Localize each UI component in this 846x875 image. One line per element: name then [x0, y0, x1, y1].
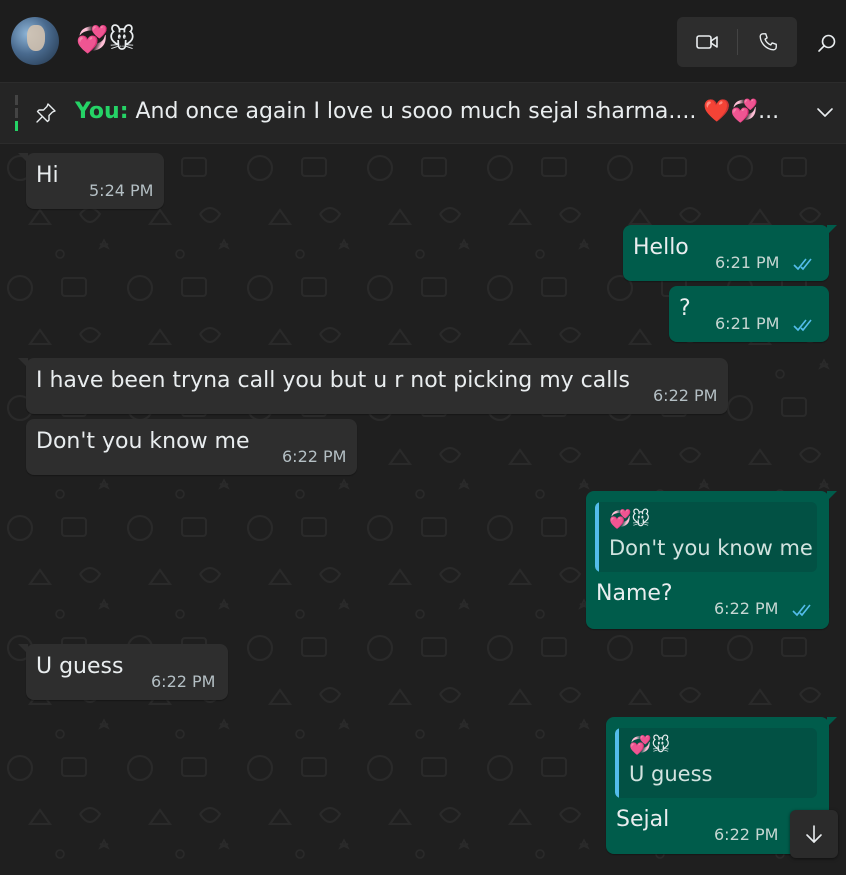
- video-call-icon: [696, 35, 718, 49]
- phone-icon: [759, 33, 777, 51]
- message-text: ?: [679, 296, 691, 321]
- quoted-text: Don't you know me: [609, 536, 813, 560]
- pinned-message-bar[interactable]: You: And once again I love u sooo much s…: [0, 83, 846, 144]
- message-text: Hi: [36, 163, 59, 188]
- message-incoming[interactable]: I have been tryna call you but u r not p…: [18, 358, 728, 414]
- message-time: 5:24 PM: [89, 181, 154, 200]
- quoted-sender: 💞🐭: [629, 735, 671, 756]
- quoted-message[interactable]: 💞🐭 Don't you know me: [595, 502, 817, 572]
- contact-avatar[interactable]: [11, 17, 59, 65]
- call-buttons: [677, 17, 797, 67]
- arrow-down-icon: [806, 825, 822, 843]
- message-time: 6:22 PM: [714, 599, 779, 618]
- message-incoming[interactable]: Don't you know me 6:22 PM: [26, 419, 357, 475]
- message-text: U guess: [36, 654, 124, 679]
- pinned-message-preview: You: And once again I love u sooo much s…: [75, 97, 795, 127]
- quoted-sender: 💞🐭: [609, 509, 651, 530]
- quoted-text: U guess: [629, 762, 713, 786]
- message-time: 6:21 PM: [715, 253, 780, 272]
- message-time: 6:22 PM: [714, 825, 779, 844]
- chat-header: 💞🐭: [0, 0, 846, 83]
- pinned-indicator: [15, 95, 18, 131]
- message-outgoing-reply[interactable]: 💞🐭 Don't you know me Name? 6:22 PM: [586, 491, 837, 629]
- message-text: Sejal: [616, 807, 670, 832]
- pin-icon: [36, 103, 56, 123]
- scroll-to-bottom-button[interactable]: [790, 810, 838, 858]
- message-time: 6:22 PM: [653, 386, 718, 405]
- message-text: Name?: [596, 581, 673, 606]
- message-text: I have been tryna call you but u r not p…: [36, 368, 630, 393]
- read-receipt-icon: [793, 319, 812, 332]
- message-time: 6:22 PM: [151, 672, 216, 691]
- quoted-message[interactable]: 💞🐭 U guess: [615, 728, 817, 798]
- message-text: Hello: [633, 235, 689, 260]
- video-call-button[interactable]: [677, 17, 737, 67]
- message-time: 6:22 PM: [282, 447, 347, 466]
- read-receipt-icon: [793, 258, 812, 271]
- message-incoming[interactable]: U guess 6:22 PM: [18, 644, 228, 700]
- message-outgoing[interactable]: Hello 6:21 PM: [623, 225, 837, 281]
- quote-accent-bar: [595, 502, 599, 572]
- message-incoming[interactable]: Hi 5:24 PM: [18, 153, 164, 209]
- message-time: 6:21 PM: [715, 314, 780, 333]
- message-outgoing[interactable]: ? 6:21 PM: [669, 286, 829, 342]
- read-receipt-icon: [792, 604, 811, 617]
- quote-accent-bar: [615, 728, 619, 798]
- voice-call-button[interactable]: [738, 17, 797, 67]
- chevron-down-icon[interactable]: [814, 101, 836, 123]
- search-icon: [818, 34, 836, 52]
- search-button[interactable]: [812, 28, 842, 58]
- pinned-sender: You:: [75, 99, 129, 124]
- contact-name[interactable]: 💞🐭: [76, 24, 136, 56]
- message-text: Don't you know me: [36, 429, 250, 454]
- pinned-text: And once again I love u sooo much sejal …: [135, 99, 780, 124]
- message-list[interactable]: Hi 5:24 PM Hello 6:21 PM ? 6:21 PM I hav…: [0, 144, 846, 875]
